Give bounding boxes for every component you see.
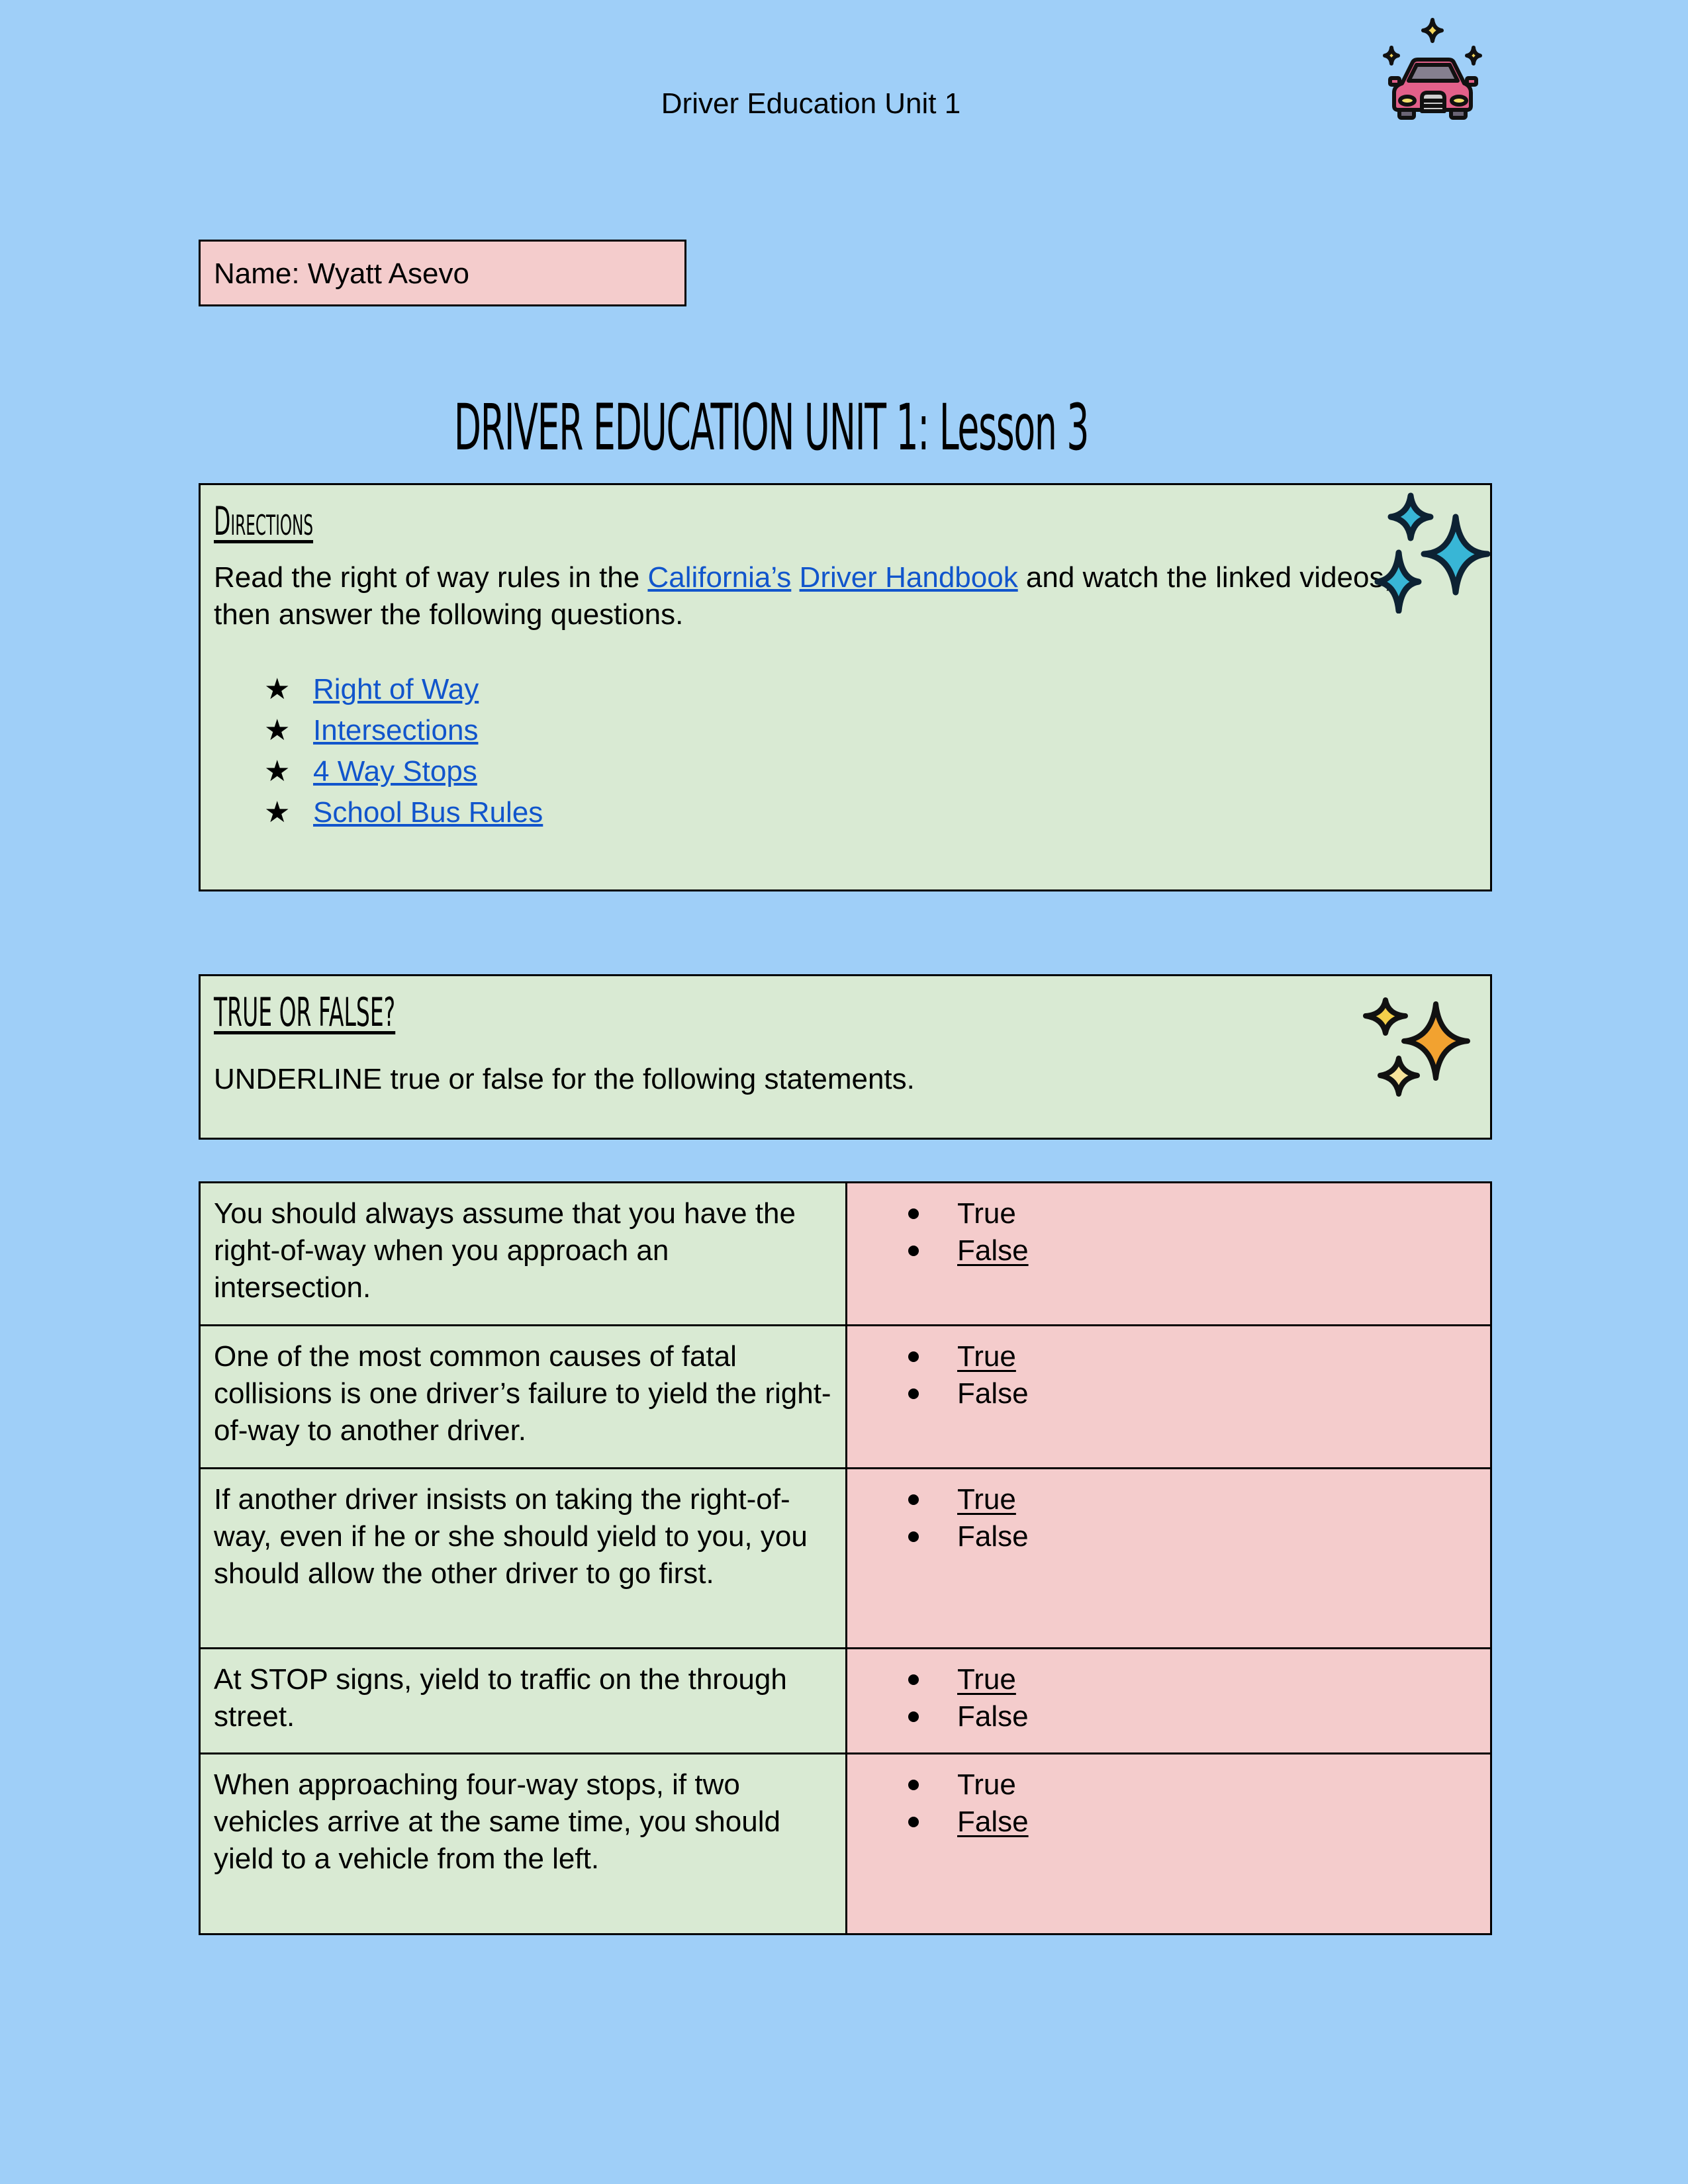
bullet-icon — [908, 1388, 919, 1399]
star-bullet-icon: ★ — [264, 714, 291, 747]
answer-cell: True False — [845, 1324, 1492, 1469]
answer-option[interactable]: False — [908, 1698, 1490, 1735]
orange-sparkles-icon — [1363, 997, 1470, 1097]
option-true-underlined[interactable]: True — [957, 1338, 1016, 1375]
answer-cell: True False — [845, 1752, 1492, 1935]
lesson-title: DRIVER EDUCATION UNIT 1: Lesson 3 — [453, 390, 1090, 465]
true-false-table: You should always assume that you have t… — [199, 1181, 1492, 1935]
list-item: ★ School Bus Rules — [264, 792, 543, 833]
bullet-icon — [908, 1780, 919, 1790]
true-false-instruction: UNDERLINE true or false for the followin… — [214, 1063, 915, 1095]
right-of-way-link[interactable]: Right of Way — [313, 673, 479, 705]
answer-option[interactable]: False — [908, 1803, 1490, 1841]
intersections-link[interactable]: Intersections — [313, 714, 478, 747]
option-false[interactable]: False — [957, 1375, 1029, 1412]
answer-option[interactable]: True — [908, 1338, 1490, 1375]
driver-handbook-link[interactable]: Driver Handbook — [800, 561, 1018, 594]
option-false[interactable]: False — [957, 1698, 1029, 1735]
video-link-list: ★ Right of Way ★ Intersections ★ 4 Way Stop… — [264, 669, 543, 833]
name-field[interactable]: Name: Wyatt Asevo — [199, 240, 686, 306]
answer-option[interactable]: True — [908, 1481, 1490, 1518]
bullet-icon — [908, 1246, 919, 1256]
bullet-icon — [908, 1674, 919, 1685]
car-sparkle-icon — [1383, 18, 1482, 120]
list-item: ★ 4 Way Stops — [264, 751, 543, 792]
star-bullet-icon: ★ — [264, 755, 291, 788]
true-false-box: TRUE OR FALSE? UNDERLINE true or false f… — [199, 974, 1492, 1140]
option-true-underlined[interactable]: True — [957, 1481, 1016, 1518]
star-bullet-icon: ★ — [264, 796, 291, 829]
answer-cell: True False — [845, 1467, 1492, 1649]
answer-option[interactable]: False — [908, 1232, 1490, 1269]
bullet-icon — [908, 1351, 919, 1362]
directions-box: Directions Read the right of way rules i… — [199, 483, 1492, 891]
table-row: At STOP signs, yield to traffic on the t… — [199, 1647, 1492, 1754]
answer-cell: True False — [845, 1647, 1492, 1754]
table-row: You should always assume that you have t… — [199, 1181, 1492, 1326]
option-false-underlined[interactable]: False — [957, 1232, 1029, 1269]
blue-sparkles-icon — [1374, 492, 1491, 614]
school-bus-rules-link[interactable]: School Bus Rules — [313, 796, 543, 829]
four-way-stops-link[interactable]: 4 Way Stops — [313, 755, 477, 788]
question-statement: At STOP signs, yield to traffic on the t… — [199, 1647, 847, 1754]
answer-option[interactable]: True — [908, 1766, 1490, 1803]
answer-option[interactable]: True — [908, 1195, 1490, 1232]
question-statement: You should always assume that you have t… — [199, 1181, 847, 1326]
bullet-icon — [908, 1494, 919, 1505]
list-item: ★ Right of Way — [264, 669, 543, 710]
bullet-icon — [908, 1531, 919, 1542]
list-item: ★ Intersections — [264, 710, 543, 751]
bullet-icon — [908, 1711, 919, 1722]
directions-text: Read the right of way rules in the Calif… — [214, 559, 1419, 633]
answer-option[interactable]: False — [908, 1375, 1490, 1412]
option-false-underlined[interactable]: False — [957, 1803, 1029, 1841]
question-statement: If another driver insists on taking the … — [199, 1467, 847, 1649]
bullet-icon — [908, 1817, 919, 1827]
star-bullet-icon: ★ — [264, 673, 291, 705]
true-false-heading: TRUE OR FALSE? — [214, 989, 396, 1036]
table-row: If another driver insists on taking the … — [199, 1467, 1492, 1649]
option-false[interactable]: False — [957, 1518, 1029, 1555]
question-statement: One of the most common causes of fatal c… — [199, 1324, 847, 1469]
answer-option[interactable]: True — [908, 1661, 1490, 1698]
bullet-icon — [908, 1208, 919, 1219]
table-row: One of the most common causes of fatal c… — [199, 1324, 1492, 1469]
california-link[interactable]: California’s — [647, 561, 791, 594]
option-true[interactable]: True — [957, 1766, 1016, 1803]
table-row: When approaching four-way stops, if two … — [199, 1752, 1492, 1935]
question-statement: When approaching four-way stops, if two … — [199, 1752, 847, 1935]
directions-heading: Directions — [214, 498, 314, 545]
option-true-underlined[interactable]: True — [957, 1661, 1016, 1698]
answer-cell: True False — [845, 1181, 1492, 1326]
option-true[interactable]: True — [957, 1195, 1016, 1232]
answer-option[interactable]: False — [908, 1518, 1490, 1555]
directions-text-before: Read the right of way rules in the — [214, 561, 648, 594]
